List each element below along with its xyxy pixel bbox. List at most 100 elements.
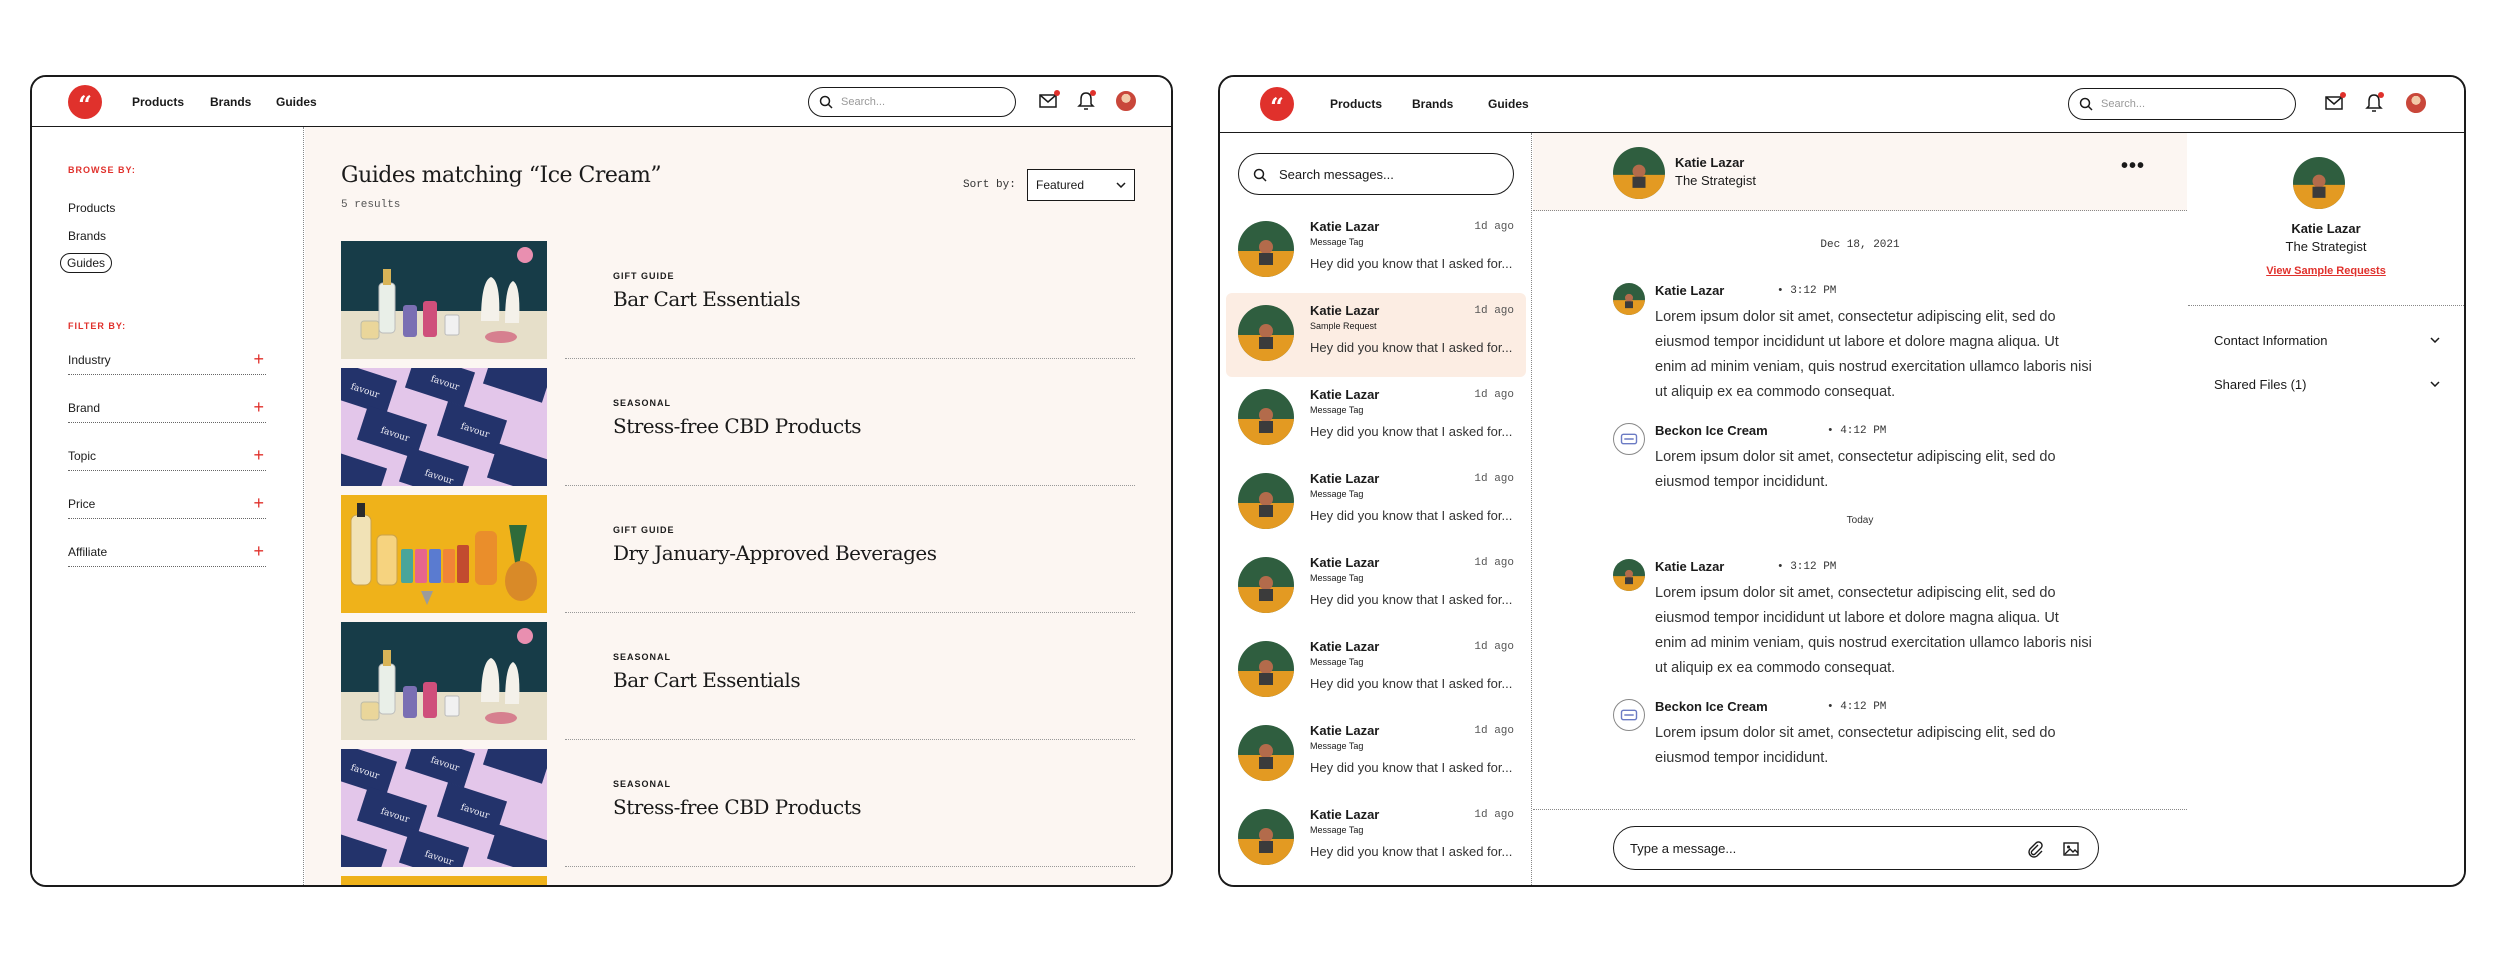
bell-notification-dot [2378,92,2384,98]
guide-card[interactable]: SEASONAL Bar Cart Essentials [341,622,1135,740]
message-input[interactable]: Type a message... [1613,826,2099,870]
results-count: 5 results [341,199,401,211]
message-time: 1d ago [1474,641,1514,653]
contact-information-accordion[interactable]: Contact Information [2214,329,2440,353]
expand-plus-icon: + [253,445,264,465]
cbd-image: favour favour favour favour favour [341,368,547,486]
message-body: Lorem ipsum dolor sit amet, consectetur … [1655,725,2056,766]
chevron-down-icon [1116,182,1126,188]
message-tag: Message Tag [1310,657,1364,667]
guide-card[interactable]: favour favour favour favour favour SEASO… [341,749,1135,867]
message-search-placeholder: Search messages... [1279,167,1394,182]
contact-name: Katie Lazar [1675,155,1745,170]
more-options-icon[interactable]: ••• [2121,155,2145,178]
guide-card[interactable]: GIFT GUIDE Dry January-Approved Beverage… [341,495,1135,613]
message-preview: Hey did you know that I asked for... [1310,676,1513,691]
browse-guides-link[interactable]: Guides [60,253,113,273]
attachment-icon[interactable] [2026,840,2044,858]
filter-brand[interactable]: Brand + [68,393,266,423]
brand-logo[interactable]: “ [1260,87,1294,121]
browse-by-heading: BROWSE BY: [68,165,136,175]
search-placeholder: Search... [841,96,886,108]
conversation-list-item[interactable]: Katie Lazar 1d ago Message Tag Hey did you … [1226,713,1526,797]
sort-dropdown[interactable]: Featured [1027,169,1135,201]
sort-value: Featured [1036,178,1085,192]
brand-avatar [1613,423,1645,455]
message-tag: Message Tag [1310,489,1364,499]
filter-label: Brand [68,401,101,415]
sender-name: Katie Lazar [1310,723,1380,738]
sender-name: Katie Lazar [1310,387,1380,402]
profile-avatar [2293,157,2345,209]
sender-avatar [1238,305,1294,361]
chevron-down-icon [2430,381,2440,387]
nav-link-guides[interactable]: Guides [276,95,317,109]
nav-link-products[interactable]: Products [132,95,184,109]
guide-card[interactable]: favour favour favour favour favour SEASO… [341,368,1135,486]
filter-topic[interactable]: Topic + [68,441,266,471]
chevron-down-icon [2430,337,2440,343]
bar-cart-image [341,622,547,740]
filter-by-heading: FILTER BY: [68,321,127,331]
message-preview: Hey did you know that I asked for... [1310,760,1513,775]
browse-brands-link[interactable]: Brands [68,229,106,243]
sort-label: Sort by: [963,179,1016,191]
conversation-list-item[interactable]: Katie Lazar 1d ago Sample Request Hey did y… [1226,293,1526,377]
image-upload-icon[interactable] [2062,840,2080,858]
guide-meta: GIFT GUIDE Bar Cart Essentials [565,241,1135,359]
contact-avatar[interactable] [1613,147,1665,199]
guide-title[interactable]: Bar Cart Essentials [613,287,801,311]
message-body: Lorem ipsum dolor sit amet, consectetur … [1655,309,2092,400]
message-sender: Katie Lazar [1655,559,1725,574]
message-preview: Hey did you know that I asked for... [1310,592,1513,607]
top-navigation: “ Products Brands Guides Search... [32,77,1171,127]
nav-link-brands[interactable]: Brands [1412,97,1453,111]
guide-title[interactable]: Dry January-Approved Beverages [613,541,937,565]
site-search-input[interactable]: Search... [808,87,1016,117]
user-avatar[interactable] [1116,91,1136,111]
view-sample-requests-link[interactable]: View Sample Requests [2188,265,2464,277]
search-icon [1253,168,1267,182]
conversation-list-item[interactable]: Katie Lazar 1d ago Message Tag Hey did you … [1226,545,1526,629]
guide-card[interactable]: GIFT GUIDE Bar Cart Essentials [341,241,1135,359]
sender-name: Katie Lazar [1310,639,1380,654]
conversation-list-item[interactable]: Katie Lazar 1d ago Message Tag Hey did you … [1226,629,1526,713]
guide-title[interactable]: Stress-free CBD Products [613,414,862,438]
message-body: Lorem ipsum dolor sit amet, consectetur … [1655,585,2092,676]
filter-industry[interactable]: Industry + [68,345,266,375]
conversation-list-item[interactable]: Katie Lazar 1d ago Message Tag Hey did you … [1226,797,1526,881]
search-icon [819,95,833,109]
conversation-list-item[interactable]: Katie Lazar 1d ago Message Tag Hey did you … [1226,209,1526,293]
conversation-list-item[interactable]: Katie Lazar1d ago [1226,881,1526,885]
message-search-input[interactable]: Search messages... [1238,153,1514,195]
message-time: 1d ago [1474,725,1514,737]
brand-logo[interactable]: “ [68,85,102,119]
guide-tag: GIFT GUIDE [613,525,675,535]
sender-avatar [1238,557,1294,613]
user-avatar[interactable] [2406,93,2426,113]
guide-title[interactable]: Bar Cart Essentials [613,668,801,692]
filter-affiliate[interactable]: Affiliate + [68,537,266,567]
message-input-placeholder: Type a message... [1630,841,1737,856]
filter-label: Industry [68,353,111,367]
shared-files-accordion[interactable]: Shared Files (1) [2214,373,2440,397]
nav-link-guides[interactable]: Guides [1488,97,1529,111]
expand-plus-icon: + [253,397,264,417]
conversation-list-item[interactable]: Katie Lazar 1d ago Message Tag Hey did you … [1226,461,1526,545]
browse-products-link[interactable]: Products [68,201,115,215]
beverages-image [341,495,547,613]
profile-subtitle: The Strategist [2285,239,2367,254]
sender-avatar [1238,725,1294,781]
message-time: 1d ago [1474,473,1514,485]
date-separator: Dec 18, 2021 [1820,239,1900,251]
site-search-input[interactable]: Search... [2068,88,2296,120]
guide-tag: SEASONAL [613,779,672,789]
nav-link-products[interactable]: Products [1330,97,1382,111]
filter-price[interactable]: Price + [68,489,266,519]
message-time: 1d ago [1474,221,1514,233]
guide-title[interactable]: Stress-free CBD Products [613,795,862,819]
conversation-list-item[interactable]: Katie Lazar 1d ago Message Tag Hey did you … [1226,377,1526,461]
guide-tag: GIFT GUIDE [613,271,675,281]
nav-link-brands[interactable]: Brands [210,95,251,109]
search-icon [2079,97,2093,111]
